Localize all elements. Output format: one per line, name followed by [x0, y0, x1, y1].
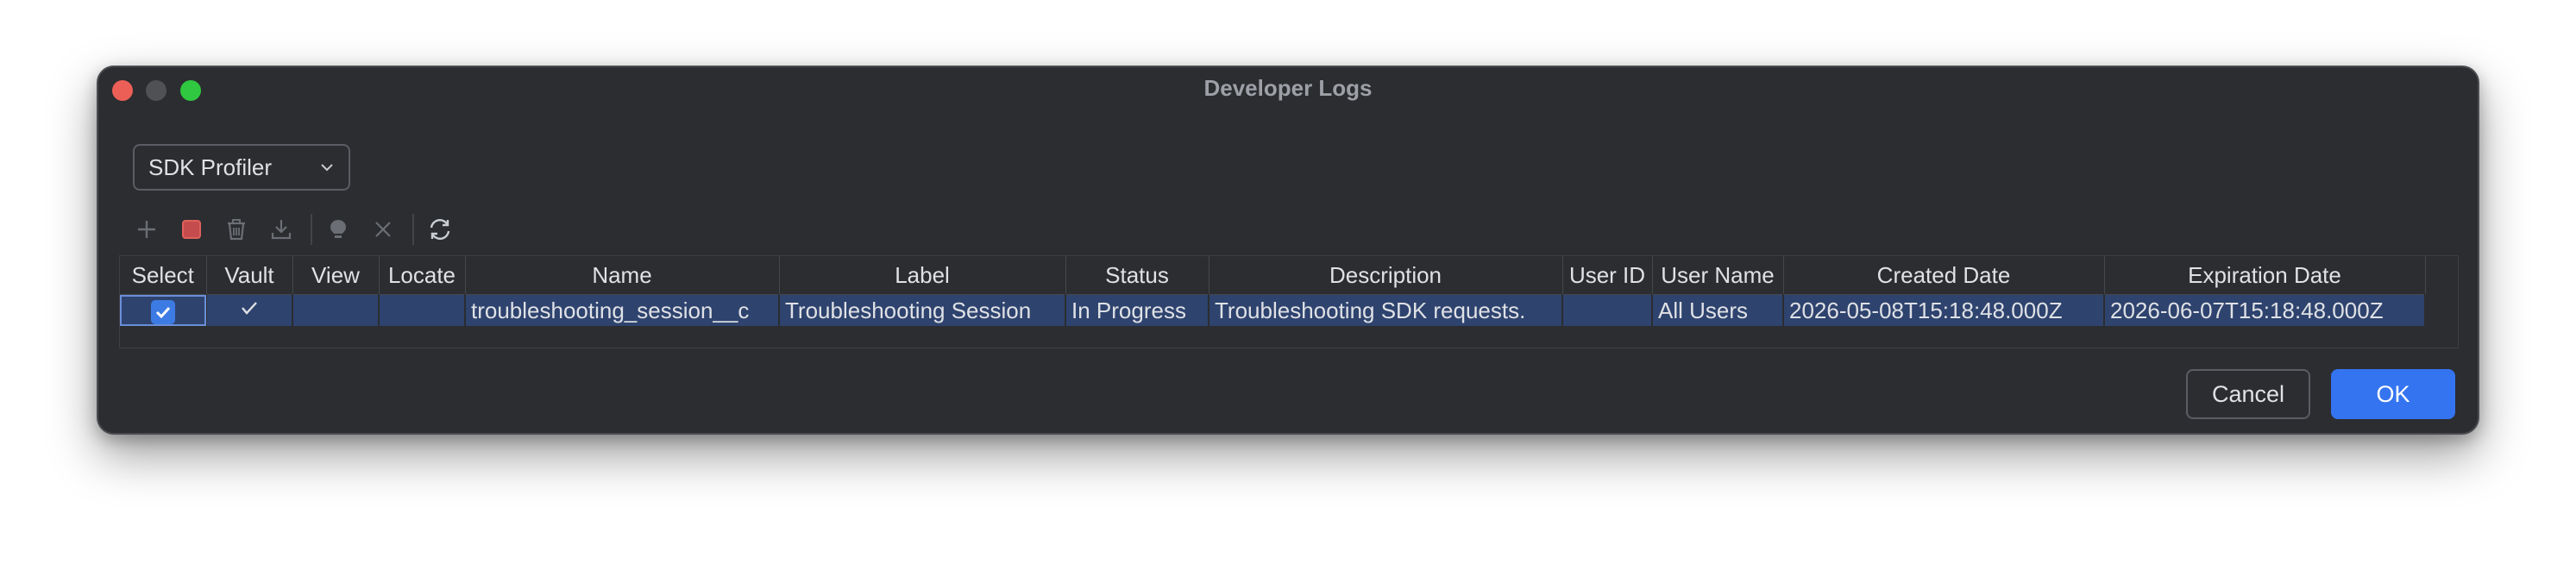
- select-checkbox[interactable]: [150, 299, 175, 324]
- stop-icon[interactable]: [174, 212, 209, 247]
- window-title: Developer Logs: [1203, 75, 1373, 101]
- log-type-dropdown[interactable]: SDK Profiler: [133, 144, 350, 191]
- ok-button[interactable]: OK: [2331, 369, 2455, 419]
- column-header-select[interactable]: Select: [120, 256, 207, 295]
- close-icon[interactable]: [366, 212, 400, 247]
- toolbar-separator: [412, 214, 414, 245]
- expiration-date-cell: 2026-06-07T15:18:48.000Z: [2104, 294, 2426, 326]
- toolbar-separator: [311, 214, 312, 245]
- column-header-label[interactable]: Label: [779, 256, 1066, 295]
- add-icon[interactable]: [129, 212, 164, 247]
- chevron-down-icon: [321, 164, 333, 172]
- logs-table: Select Vault View Locate Name Label Stat…: [119, 255, 2459, 348]
- status-cell: In Progress: [1065, 294, 1209, 326]
- column-header-name[interactable]: Name: [465, 256, 780, 295]
- checkmark-icon: [155, 306, 170, 318]
- description-cell: Troubleshooting SDK requests.: [1209, 294, 1563, 326]
- locate-cell[interactable]: [379, 294, 466, 326]
- vault-cell: [206, 294, 293, 326]
- trash-icon[interactable]: [219, 212, 254, 247]
- table-row[interactable]: troubleshooting_session__c Troubleshooti…: [120, 294, 2426, 326]
- dropdown-selected-value: SDK Profiler: [148, 154, 273, 180]
- column-header-created-date[interactable]: Created Date: [1783, 256, 2105, 295]
- column-header-user-name[interactable]: User Name: [1652, 256, 1784, 295]
- cancel-button[interactable]: Cancel: [2186, 369, 2310, 419]
- user-name-cell: All Users: [1652, 294, 1784, 326]
- column-header-vault[interactable]: Vault: [206, 256, 293, 295]
- toolbar: [129, 210, 468, 248]
- refresh-icon[interactable]: [423, 212, 457, 247]
- column-header-description[interactable]: Description: [1209, 256, 1563, 295]
- name-cell: troubleshooting_session__c: [465, 294, 780, 326]
- table-header-row: Select Vault View Locate Name Label Stat…: [120, 256, 2426, 295]
- created-date-cell: 2026-05-08T15:18:48.000Z: [1783, 294, 2105, 326]
- lightbulb-icon[interactable]: [321, 212, 355, 247]
- column-header-view[interactable]: View: [292, 256, 380, 295]
- column-header-user-id[interactable]: User ID: [1562, 256, 1653, 295]
- label-cell: Troubleshooting Session: [779, 294, 1066, 326]
- developer-logs-dialog: Developer Logs SDK Profiler Select Vault…: [97, 66, 2479, 435]
- select-cell[interactable]: [120, 294, 207, 326]
- checkmark-icon: [242, 301, 257, 315]
- column-header-expiration-date[interactable]: Expiration Date: [2104, 256, 2426, 295]
- column-header-locate[interactable]: Locate: [379, 256, 466, 295]
- view-cell[interactable]: [292, 294, 380, 326]
- user-id-cell: [1562, 294, 1653, 326]
- column-header-status[interactable]: Status: [1065, 256, 1209, 295]
- download-icon[interactable]: [264, 212, 298, 247]
